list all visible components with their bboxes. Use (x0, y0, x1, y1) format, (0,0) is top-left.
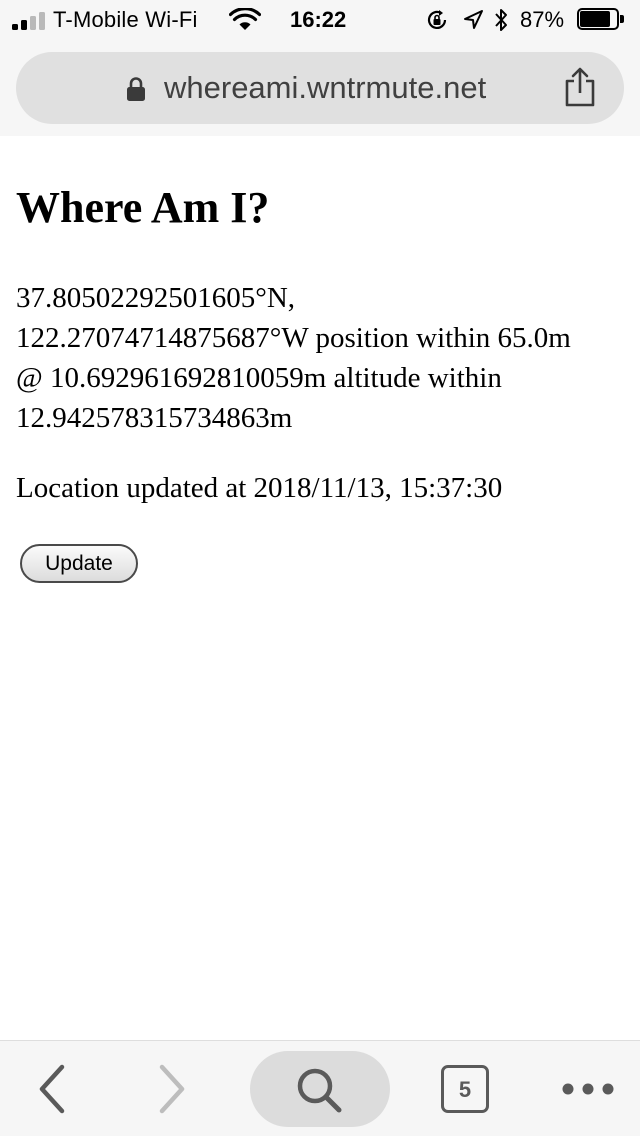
browser-top-chrome: T-Mobile Wi-Fi 16:22 87% whereami.wntrmu… (0, 0, 640, 136)
padlock-icon (127, 77, 145, 101)
location-icon (464, 10, 483, 29)
back-icon[interactable] (32, 1063, 72, 1115)
position-text: 37.80502292501605°N, 122.27074714875687°… (16, 282, 571, 434)
address-bar[interactable]: whereami.wntrmute.net (16, 52, 624, 124)
bluetooth-icon (495, 9, 507, 31)
battery-icon (577, 8, 627, 32)
tab-count: 5 (458, 1077, 472, 1102)
search-icon (297, 1068, 342, 1113)
url-text[interactable]: whereami.wntrmute.net (164, 70, 486, 106)
page-title: Where Am I? (16, 183, 270, 232)
clock: 16:22 (290, 7, 347, 32)
search-button[interactable] (250, 1051, 390, 1127)
forward-icon[interactable] (152, 1063, 192, 1115)
signal-icon (12, 12, 46, 30)
carrier-name: T-Mobile Wi-Fi (53, 7, 198, 32)
battery-percent: 87% (520, 7, 565, 32)
more-icon[interactable] (560, 1077, 616, 1101)
location-updated-text: Location updated at 2018/11/13, 15:37:30 (16, 472, 503, 504)
browser-toolbar: 5 (0, 1040, 640, 1136)
wifi-icon (229, 8, 261, 30)
rotation-lock-icon (427, 10, 447, 29)
share-icon[interactable] (562, 66, 598, 108)
tabs-button[interactable]: 5 (441, 1065, 489, 1113)
status-bar: T-Mobile Wi-Fi 16:22 87% (0, 0, 640, 40)
update-button[interactable]: Update (20, 544, 138, 583)
